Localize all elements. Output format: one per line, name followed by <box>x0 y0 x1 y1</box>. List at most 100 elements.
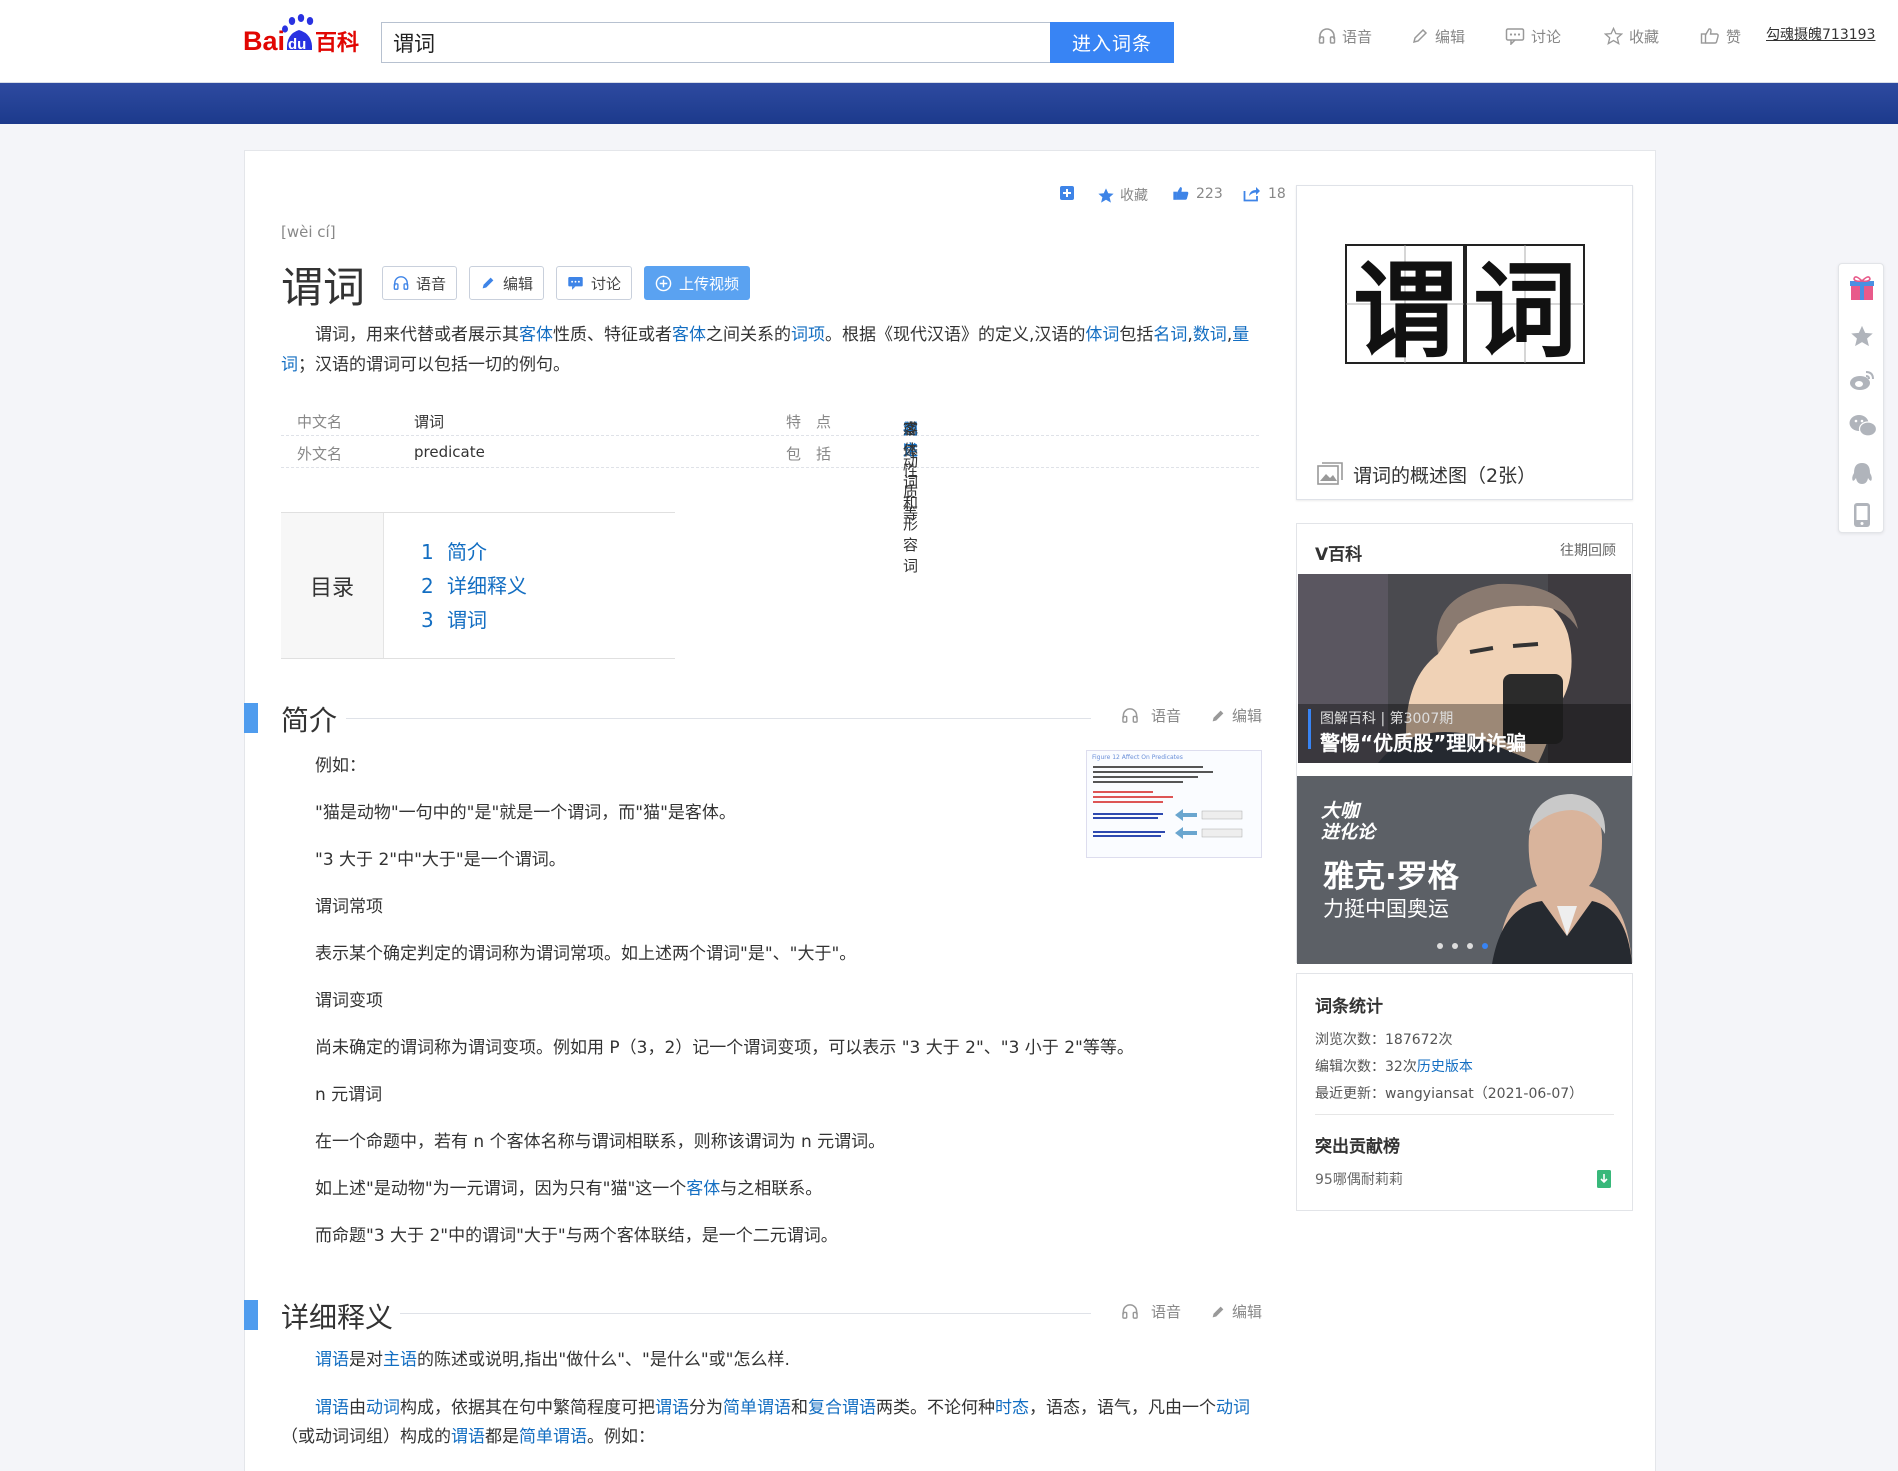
section-voice-button[interactable]: 语音 <box>1121 1301 1181 1322</box>
like-button[interactable]: 223 <box>1172 185 1223 202</box>
add-button[interactable] <box>1059 185 1075 201</box>
basic-info-box: 中文名 谓词 特 点 用来 描述或判定 客体性质等 外文名 predicate 包 … <box>281 404 1259 575</box>
star-icon <box>1098 187 1114 203</box>
top-contributor[interactable]: 95哪偶耐莉莉 <box>1315 1169 1403 1189</box>
divider <box>400 1313 1091 1314</box>
info-row: 中文名 谓词 特 点 用来 描述或判定 客体性质等 <box>281 404 1259 522</box>
share-button[interactable]: 18 <box>1243 185 1286 202</box>
inline-link[interactable]: 名词 <box>1153 325 1187 345</box>
text-run: 。根据《现代汉语》的定义,汉语的 <box>825 325 1086 345</box>
thumb-up-icon <box>1700 28 1719 44</box>
discuss-button[interactable]: 讨论 <box>556 266 633 300</box>
headphone-icon <box>1318 28 1336 44</box>
inline-link[interactable]: 谓语 <box>315 1398 349 1418</box>
inline-link[interactable]: 动词 <box>366 1398 400 1418</box>
title-characters-image: 谓 词 <box>1345 244 1585 366</box>
nav-voice[interactable]: 语音 <box>1318 24 1372 48</box>
inline-link[interactable]: 简单谓语 <box>519 1427 587 1447</box>
text-run: 由 <box>349 1398 366 1418</box>
text-run: 都是 <box>485 1427 519 1447</box>
search-box <box>381 22 1051 63</box>
inline-link[interactable]: 体词 <box>1085 325 1119 345</box>
favorite-button[interactable]: 收藏 <box>1097 185 1148 205</box>
voice-button[interactable]: 语音 <box>382 266 458 300</box>
svg-text:Figure 12 Affect On Predicates: Figure 12 Affect On Predicates <box>1092 754 1183 761</box>
header-band <box>0 83 1898 124</box>
section-edit-button[interactable]: 编辑 <box>1210 1301 1262 1322</box>
text-run: 如上述"是动物"为一元谓词，因为只有"猫"这一个 <box>315 1179 687 1199</box>
entry-stats-panel: 词条统计 浏览次数：187672次 编辑次数：32次历史版本 最近更新：wang… <box>1296 973 1633 1211</box>
mobile-icon[interactable] <box>1853 502 1871 528</box>
inline-link[interactable]: 谓语 <box>655 1398 689 1418</box>
inline-link[interactable]: 谓语 <box>451 1427 485 1447</box>
inline-link[interactable]: 复合谓语 <box>808 1398 876 1418</box>
inline-link[interactable]: 简单谓语 <box>723 1398 791 1418</box>
nav-edit[interactable]: 编辑 <box>1411 24 1465 48</box>
pencil-icon <box>1212 710 1224 721</box>
contributors-title: 突出贡献榜 <box>1315 1137 1400 1157</box>
paragraph: 谓词变项 <box>315 991 383 1011</box>
paragraph: n 元谓词 <box>315 1085 383 1105</box>
inline-link[interactable]: 数词 <box>1193 325 1227 345</box>
svg-text:谓: 谓 <box>1353 250 1457 366</box>
svg-text:百科: 百科 <box>315 31 359 56</box>
inline-link[interactable]: 客体 <box>672 325 706 345</box>
nav-favorite[interactable]: 收藏 <box>1604 24 1659 48</box>
paragraph: 而命题"3 大于 2"中的谓词"大于"与两个客体联结，是一个二元谓词。 <box>315 1226 838 1246</box>
v-baike-video-1[interactable]: 图解百科 | 第3007期 警惕“优质股”理财诈骗 <box>1298 574 1631 763</box>
like-count: 223 <box>1196 185 1223 202</box>
share-count: 18 <box>1268 185 1286 202</box>
table-of-contents: 目录 1 简介 2 详细释义 3 谓词 <box>281 512 675 659</box>
wechat-icon[interactable] <box>1849 414 1877 438</box>
nav-discuss[interactable]: 讨论 <box>1505 24 1561 48</box>
weibo-icon[interactable] <box>1849 369 1875 391</box>
chat-icon <box>1505 28 1525 45</box>
inline-link[interactable]: 客体 <box>686 1179 720 1199</box>
section-voice-button[interactable]: 语音 <box>1121 705 1181 726</box>
divider <box>346 718 1091 719</box>
inline-link[interactable]: 时态 <box>995 1398 1029 1418</box>
history-version-link[interactable]: 历史版本 <box>1417 1059 1473 1075</box>
text-run: 之间关系的 <box>706 325 791 345</box>
section-edit-button[interactable]: 编辑 <box>1210 705 1262 726</box>
past-episodes-link[interactable]: 往期回顾 <box>1560 540 1616 560</box>
text-run: ，语态，语气，凡由一个 <box>1029 1398 1216 1418</box>
gallery-icon <box>1317 462 1343 485</box>
search-input[interactable] <box>382 23 1050 62</box>
pinyin: [wèi cí] <box>281 223 336 241</box>
inline-link[interactable]: 客体 <box>519 325 553 345</box>
user-link[interactable]: 勾魂摄魄713193 <box>1766 24 1875 44</box>
edit-button[interactable]: 编辑 <box>469 266 545 300</box>
summary-image-box[interactable]: 谓 词 谓词的概述图（2张） <box>1296 185 1633 500</box>
toc-heading: 目录 <box>281 513 384 658</box>
divider <box>1315 1114 1614 1115</box>
toc-item-detail[interactable]: 2 详细释义 <box>421 570 527 599</box>
toc-item-predicate[interactable]: 3 谓词 <box>421 604 487 633</box>
nav-like[interactable]: 赞 <box>1700 24 1741 48</box>
inline-link[interactable]: 主语 <box>383 1350 417 1370</box>
section-marker <box>244 703 258 733</box>
pencil-icon <box>482 277 494 289</box>
page-title: 谓词 <box>281 263 366 312</box>
text-run: 性质、特征或者 <box>553 325 672 345</box>
stats-title: 词条统计 <box>1315 997 1383 1017</box>
paragraph: 在一个命题中，若有 n 个客体名称与谓词相联系，则称该谓词为 n 元谓词。 <box>315 1132 886 1152</box>
qq-icon[interactable] <box>1849 461 1875 487</box>
paragraph: 尚未确定的谓词称为谓词变项。例如用 P（3，2）记一个谓词变项，可以表示 "3 … <box>315 1038 1134 1058</box>
paragraph: 表示某个确定判定的谓词称为谓词常项。如上述两个谓词"是"、"大于"。 <box>315 944 857 964</box>
gift-icon[interactable] <box>1849 274 1875 302</box>
upload-video-button[interactable]: 上传视频 <box>644 266 751 300</box>
toc-item-intro[interactable]: 1 简介 <box>421 536 487 565</box>
baidu-baike-logo[interactable]: Bai du 百科 <box>243 12 373 62</box>
inline-link[interactable]: 谓语 <box>315 1350 349 1370</box>
headphone-icon <box>1122 1304 1138 1319</box>
star-icon[interactable] <box>1849 324 1875 348</box>
inline-link[interactable]: 动词 <box>1216 1398 1250 1418</box>
text-run: 构成，依据其在句中繁简程度可把 <box>400 1398 655 1418</box>
pencil-icon <box>1412 28 1428 44</box>
inline-link[interactable]: 词项 <box>791 325 825 345</box>
text-run: 的陈述或说明,指出"做什么"、"是什么"或"怎么样. <box>417 1350 790 1370</box>
figure-thumbnail[interactable]: Figure 12 Affect On Predicates <box>1086 750 1262 858</box>
v-baike-video-2[interactable]: 大咖 进化论 雅克·罗格 力挺中国奥运 <box>1297 776 1632 964</box>
enter-entry-button[interactable]: 进入词条 <box>1050 22 1174 63</box>
